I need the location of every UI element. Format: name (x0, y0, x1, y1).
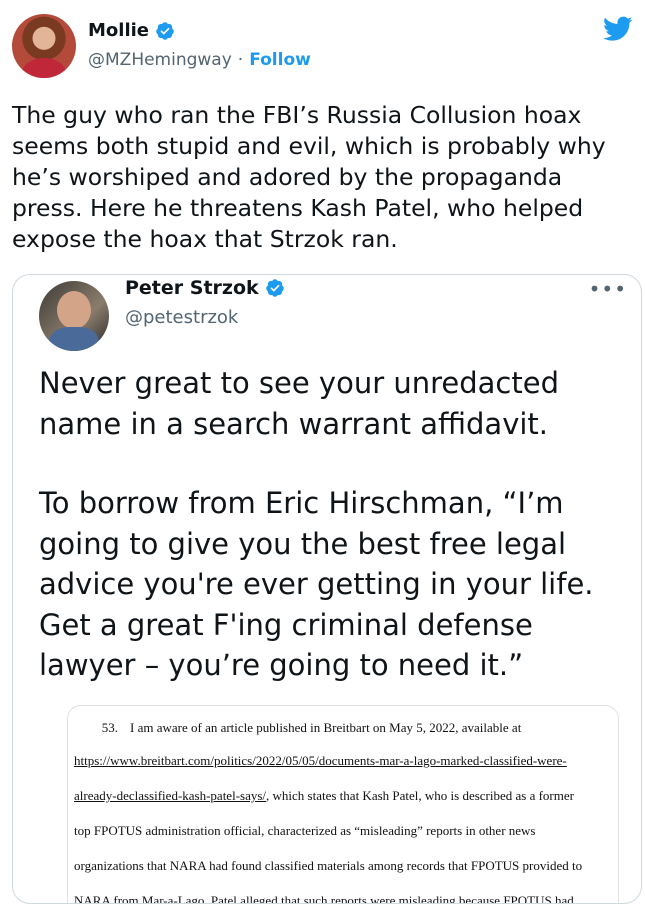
quoted-tweet-body: Never great to see your unredacted name … (39, 363, 629, 686)
quoted-author-name: Peter Strzok (125, 277, 259, 299)
affidavit-text: 53. I am aware of an article published in… (74, 716, 614, 904)
separator: · (237, 50, 244, 70)
author-handle-row: @MZHemingway · Follow (88, 50, 311, 70)
affidavit-line-3: already-declassified-kash-patel-says/, w… (74, 784, 614, 807)
quoted-author-name-row: Peter Strzok (125, 277, 285, 299)
affidavit-line-6: NARA from Mar-a-Lago. Patel alleged that… (74, 893, 574, 904)
affidavit-line-1-text: I am aware of an article published in Br… (130, 720, 522, 735)
affidavit-line-1: 53. I am aware of an article published in… (74, 716, 614, 739)
affidavit-excerpt-image: 53. I am aware of an article published in… (67, 705, 619, 904)
affidavit-line-4: top FPOTUS administration official, char… (74, 823, 536, 838)
quoted-author-handle: @petestrzok (125, 307, 239, 328)
quoted-author-avatar (39, 281, 109, 351)
quoted-tweet-card[interactable]: Peter Strzok @petestrzok ••• Never great… (12, 274, 642, 904)
twitter-bird-icon[interactable] (603, 16, 633, 42)
affidavit-line-3-text: , which states that Kash Patel, who is d… (266, 788, 574, 803)
more-options-icon[interactable]: ••• (589, 277, 627, 301)
author-avatar[interactable] (12, 14, 76, 78)
author-handle[interactable]: @MZHemingway (88, 50, 232, 70)
affidavit-link-part-1: https://www.breitbart.com/politics/2022/… (74, 753, 567, 768)
affidavit-link-part-2: already-declassified-kash-patel-says/ (74, 788, 267, 803)
verified-badge-icon (265, 279, 284, 297)
follow-button[interactable]: Follow (249, 50, 311, 70)
quoted-paragraph-1: Never great to see your unredacted name … (39, 366, 559, 441)
verified-badge-icon (156, 21, 174, 40)
affidavit-line-2: https://www.breitbart.com/politics/2022/… (74, 749, 614, 772)
affidavit-line-5: organizations that NARA had found classi… (74, 858, 583, 873)
tweet-header: Mollie @MZHemingway · Follow (12, 14, 633, 78)
paragraph-number: 53. (101, 720, 118, 735)
author-name-row: Mollie (88, 20, 175, 41)
tweet-text: The guy who ran the FBI’s Russia Collusi… (12, 101, 606, 253)
author-name[interactable]: Mollie (88, 20, 149, 41)
quoted-paragraph-2: To borrow from Eric Hirschman, “I’m goin… (39, 486, 594, 682)
